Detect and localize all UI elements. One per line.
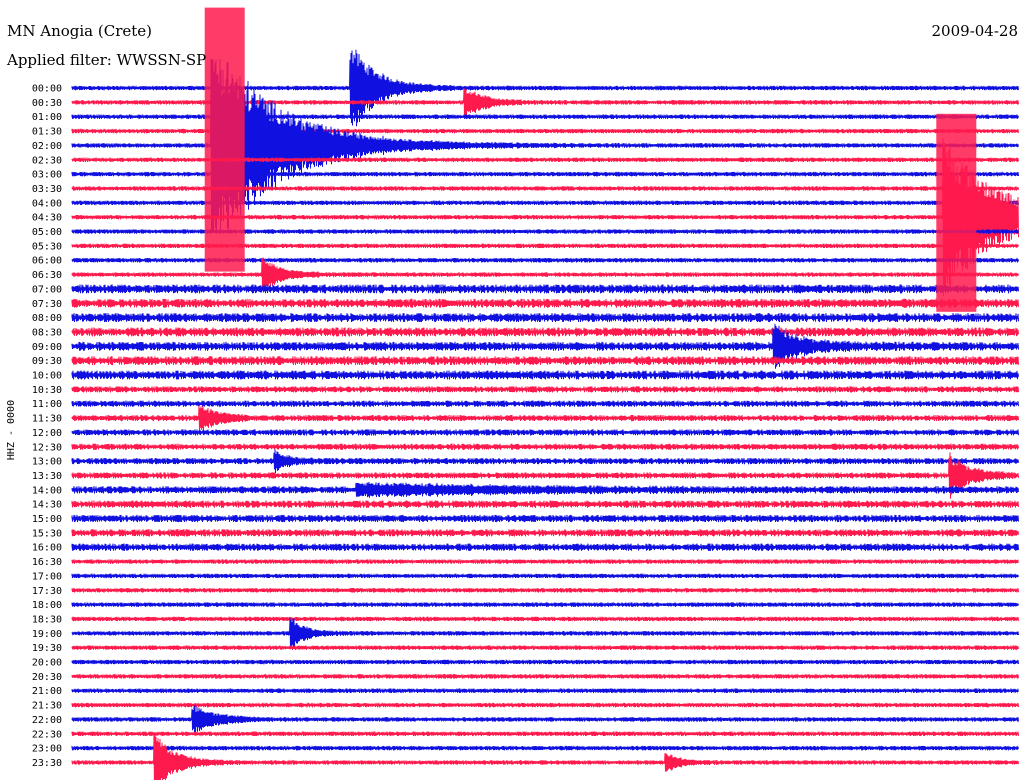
time-tick-label: 01:30 <box>32 127 62 138</box>
time-tick-label: 22:30 <box>32 729 62 740</box>
trace-row <box>71 386 1019 393</box>
time-tick-label: 09:30 <box>32 356 62 367</box>
y-axis-label: HHZ - 0000 <box>6 400 17 460</box>
trace-row <box>71 616 1019 622</box>
time-tick-label: 00:30 <box>32 98 62 109</box>
trace-row <box>71 481 1019 498</box>
event-burst <box>204 7 245 272</box>
event-burst <box>936 113 977 312</box>
trace-row <box>71 284 1019 294</box>
time-tick-label: 13:00 <box>32 457 62 468</box>
time-tick-label: 19:00 <box>32 629 62 640</box>
trace-row <box>71 529 1019 537</box>
time-tick-label: 17:30 <box>32 586 62 597</box>
time-tick-label: 12:00 <box>32 428 62 439</box>
trace-row <box>71 601 1019 608</box>
trace-row <box>71 514 1019 523</box>
time-tick-label: 04:30 <box>32 213 62 224</box>
time-tick-label: 23:00 <box>32 744 62 755</box>
time-tick-label: 10:00 <box>32 371 62 382</box>
trace-row <box>71 673 1019 680</box>
time-tick-label: 17:00 <box>32 571 62 582</box>
trace-row <box>71 443 1019 450</box>
time-tick-label: 07:00 <box>32 284 62 295</box>
time-tick-label: 02:30 <box>32 155 62 166</box>
time-tick-label: 11:30 <box>32 414 62 425</box>
time-tick-label: 12:30 <box>32 442 62 453</box>
trace-row <box>71 400 1019 407</box>
time-tick-label: 03:30 <box>32 184 62 195</box>
seismogram: HHZ - 0000 00:00 00:30 01:00 01:30 02:00 02:30… <box>6 7 1019 780</box>
time-tick-label: 03:00 <box>32 170 62 181</box>
time-tick-label: 16:00 <box>32 543 62 554</box>
time-tick-label: 13:30 <box>32 471 62 482</box>
trace-row <box>71 745 1019 752</box>
time-tick-label: 19:30 <box>32 643 62 654</box>
time-tick-label: 18:30 <box>32 614 62 625</box>
trace-row <box>71 702 1019 709</box>
time-tick-label: 10:30 <box>32 385 62 396</box>
trace-row <box>71 313 1019 323</box>
time-tick-label: 08:30 <box>32 327 62 338</box>
trace-row <box>71 449 1019 474</box>
time-tick-label: 21:30 <box>32 701 62 712</box>
time-tick-label: 14:30 <box>32 500 62 511</box>
trace-row <box>71 356 1019 366</box>
time-tick-label: 15:00 <box>32 514 62 525</box>
date-label: 2009-04-28 <box>931 22 1018 40</box>
time-tick-label: 06:30 <box>32 270 62 281</box>
trace-row <box>71 704 1019 734</box>
time-tick-label: 09:00 <box>32 342 62 353</box>
trace-row <box>71 617 1019 649</box>
time-tick-label: 20:30 <box>32 672 62 683</box>
trace-row <box>71 298 1019 308</box>
time-tick-label: 08:00 <box>32 313 62 324</box>
time-tick-label: 22:00 <box>32 715 62 726</box>
trace-row <box>71 327 1019 337</box>
trace-row <box>71 543 1019 551</box>
time-tick-label: 23:30 <box>32 758 62 769</box>
trace-row <box>71 659 1019 665</box>
time-tick-label: 21:00 <box>32 686 62 697</box>
trace-row <box>71 587 1019 594</box>
trace-row <box>71 572 1019 579</box>
time-tick-label: 05:30 <box>32 241 62 252</box>
time-tick-label: 14:00 <box>32 485 62 496</box>
time-tick-label: 11:00 <box>32 399 62 410</box>
filter-label: Applied filter: WWSSN-SP <box>7 51 207 69</box>
trace-row <box>71 558 1019 565</box>
trace-row <box>71 370 1019 380</box>
trace-row <box>71 429 1019 436</box>
trace-row <box>71 732 1019 780</box>
trace-row <box>71 730 1019 737</box>
time-tick-label: 00:00 <box>32 84 62 95</box>
trace-row <box>71 500 1019 508</box>
trace-row <box>71 644 1019 651</box>
time-tick-label: 15:30 <box>32 528 62 539</box>
time-tick-label: 20:00 <box>32 658 62 669</box>
station-title: MN Anogia (Crete) <box>7 22 153 40</box>
time-tick-label: 07:30 <box>32 299 62 310</box>
time-tick-label: 18:00 <box>32 600 62 611</box>
time-tick-label: 01:00 <box>32 112 62 123</box>
time-tick-label: 02:00 <box>32 141 62 152</box>
time-tick-label: 04:00 <box>32 198 62 209</box>
time-tick-label: 05:00 <box>32 227 62 238</box>
trace-row <box>71 687 1019 694</box>
trace-row <box>71 405 1019 431</box>
time-tick-label: 06:00 <box>32 256 62 267</box>
time-tick-label: 16:30 <box>32 557 62 568</box>
